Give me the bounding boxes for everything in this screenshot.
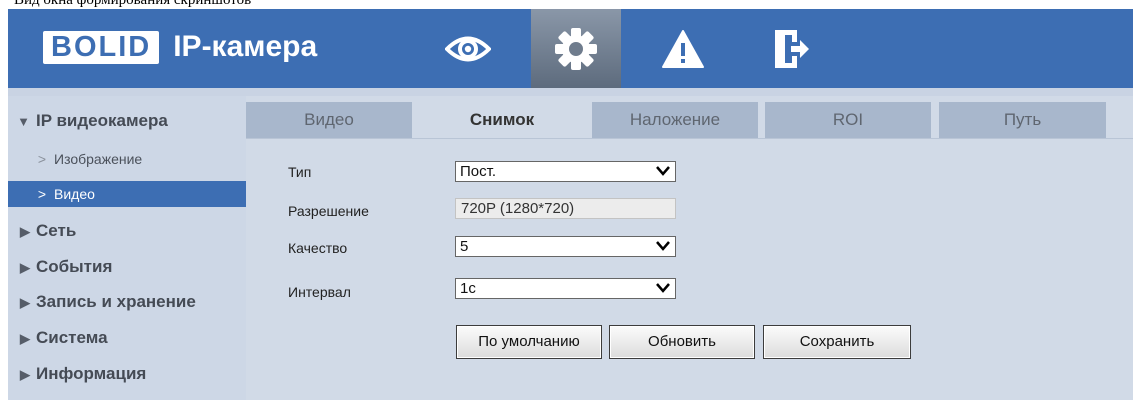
warning-icon [662,29,704,68]
live-view-button[interactable] [423,9,513,88]
gear-icon [555,27,597,70]
chevron-down-icon [656,241,670,251]
app-title: IP-камера [173,30,318,63]
triangle-down-icon: ▼ [17,114,30,129]
header-divider [8,88,1133,96]
triangle-right-icon: ▶ [20,224,30,239]
interval-select[interactable]: 1с [455,278,676,299]
chevron-right-icon: > [37,186,46,202]
tab-video[interactable]: Видео [246,102,412,138]
resolution-label: Разрешение [288,203,369,219]
tab-snapshot[interactable]: Снимок [419,102,585,138]
sidebar-item-image[interactable]: > Изображение [8,147,246,171]
triangle-right-icon: ▶ [20,331,30,346]
brand-logo: BOLID [43,30,160,64]
refresh-button[interactable]: Обновить [609,325,755,359]
triangle-right-icon: ▶ [20,260,30,275]
tab-divider [246,138,1133,139]
caption-text: Вид окна формирования скриншотов [14,0,252,8]
sidebar-item-label: Видео [54,186,95,202]
tab-roi[interactable]: ROI [765,102,931,138]
sidebar-group-info[interactable]: ▶ Информация [8,364,246,384]
tab-overlay[interactable]: Наложение [592,102,758,138]
exit-icon [775,29,809,68]
triangle-right-icon: ▶ [20,295,30,310]
sidebar-group-system[interactable]: ▶ Система [8,328,246,348]
sidebar: ▼ IP видеокамера > Изображение > Видео ▶ Сет… [8,96,246,400]
quality-value: 5 [460,238,469,255]
chevron-right-icon: > [37,151,46,167]
sidebar-group-network[interactable]: ▶ Сеть [8,221,246,241]
sidebar-group-label: Запись и хранение [36,292,196,311]
resolution-field: 720P (1280*720) [455,198,676,219]
header-bar: BOLID IP-камера [8,9,1133,88]
sidebar-section-label: IP видеокамера [36,111,168,130]
page-caption: Вид окна формирования скриншотов [0,0,1133,9]
sidebar-group-label: События [36,257,113,276]
save-button[interactable]: Сохранить [763,325,911,359]
interval-value: 1с [460,280,476,297]
triangle-right-icon: ▶ [20,367,30,382]
sidebar-group-events[interactable]: ▶ События [8,257,246,277]
alarm-button[interactable] [638,9,728,88]
quality-select[interactable]: 5 [455,236,676,257]
sidebar-group-label: Система [36,328,108,347]
chevron-down-icon [656,283,670,293]
settings-button[interactable] [531,9,621,88]
sidebar-group-label: Сеть [36,221,77,240]
type-select[interactable]: Пост. [455,161,676,182]
sidebar-group-storage[interactable]: ▶ Запись и хранение [8,292,246,312]
tab-path[interactable]: Путь [939,102,1106,138]
type-label: Тип [288,164,312,180]
sidebar-item-label: Изображение [54,151,143,167]
logo: BOLID IP-камера [43,30,317,64]
logout-button[interactable] [746,9,836,88]
quality-label: Качество [288,240,348,256]
eye-icon [445,36,491,61]
sidebar-section-ip-camera[interactable]: ▼ IP видеокамера [8,111,246,131]
default-button[interactable]: По умолчанию [456,325,602,359]
chevron-down-icon [656,166,670,176]
interval-label: Интервал [288,284,351,300]
sidebar-group-label: Информация [36,364,147,383]
type-value: Пост. [460,163,496,180]
sidebar-item-video[interactable]: > Видео [8,181,246,207]
